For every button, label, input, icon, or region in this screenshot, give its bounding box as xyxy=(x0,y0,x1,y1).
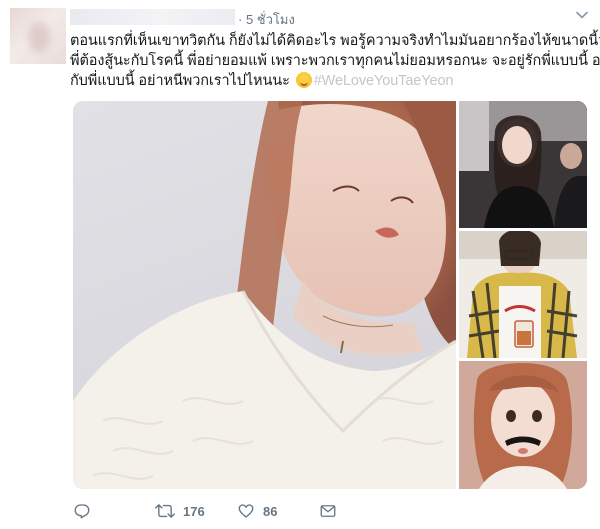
tweet-text-line: พี่ต้องสู้นะกับโรคนี้ พี่อย่ายอมแพ้ เพรา… xyxy=(70,53,600,69)
chevron-down-icon[interactable] xyxy=(574,7,590,23)
direct-message-button[interactable] xyxy=(319,502,337,520)
smiling-emoji-icon xyxy=(295,72,312,88)
tweet-text-line: กับพี่แบบนี้ อย่าหนีพวกเราไปไหนนะ xyxy=(70,73,290,89)
side-photo-2-illustration xyxy=(459,231,587,358)
like-count: 86 xyxy=(263,503,278,519)
user-name-blurred[interactable] xyxy=(70,9,235,25)
media-grid xyxy=(73,101,587,489)
tweet-timestamp[interactable]: · 5 ชั่วโมง xyxy=(238,9,295,30)
heart-icon xyxy=(237,502,255,520)
tweet-text: ตอนแรกที่เห็นเขาทวิตกัน ก็ยังไม่ได้คิดอะ… xyxy=(70,31,600,91)
side-photo-1[interactable] xyxy=(459,101,587,228)
envelope-icon xyxy=(319,502,337,520)
retweet-icon xyxy=(155,502,175,520)
user-avatar[interactable] xyxy=(10,8,66,64)
reply-icon xyxy=(73,502,91,520)
retweet-button[interactable]: 176 xyxy=(155,502,205,520)
retweet-count: 176 xyxy=(183,503,205,519)
hashtag-link[interactable]: #WeLoveYouTaeYeon xyxy=(314,73,454,89)
tweet-text-line: ตอนแรกที่เห็นเขาทวิตกัน ก็ยังไม่ได้คิดอะ… xyxy=(70,33,600,49)
like-button[interactable]: 86 xyxy=(237,502,277,520)
tweet-text-line-last: กับพี่แบบนี้ อย่าหนีพวกเราไปไหนนะ #WeLov… xyxy=(70,71,588,91)
main-photo[interactable] xyxy=(73,101,456,489)
reply-button[interactable] xyxy=(73,502,91,520)
side-photo-3[interactable] xyxy=(459,361,587,489)
main-photo-illustration xyxy=(73,101,456,489)
side-photo-3-illustration xyxy=(459,361,587,489)
side-photo-1-illustration xyxy=(459,101,587,228)
side-photo-2[interactable] xyxy=(459,231,587,358)
tweet-actions: 176 86 xyxy=(73,500,473,524)
